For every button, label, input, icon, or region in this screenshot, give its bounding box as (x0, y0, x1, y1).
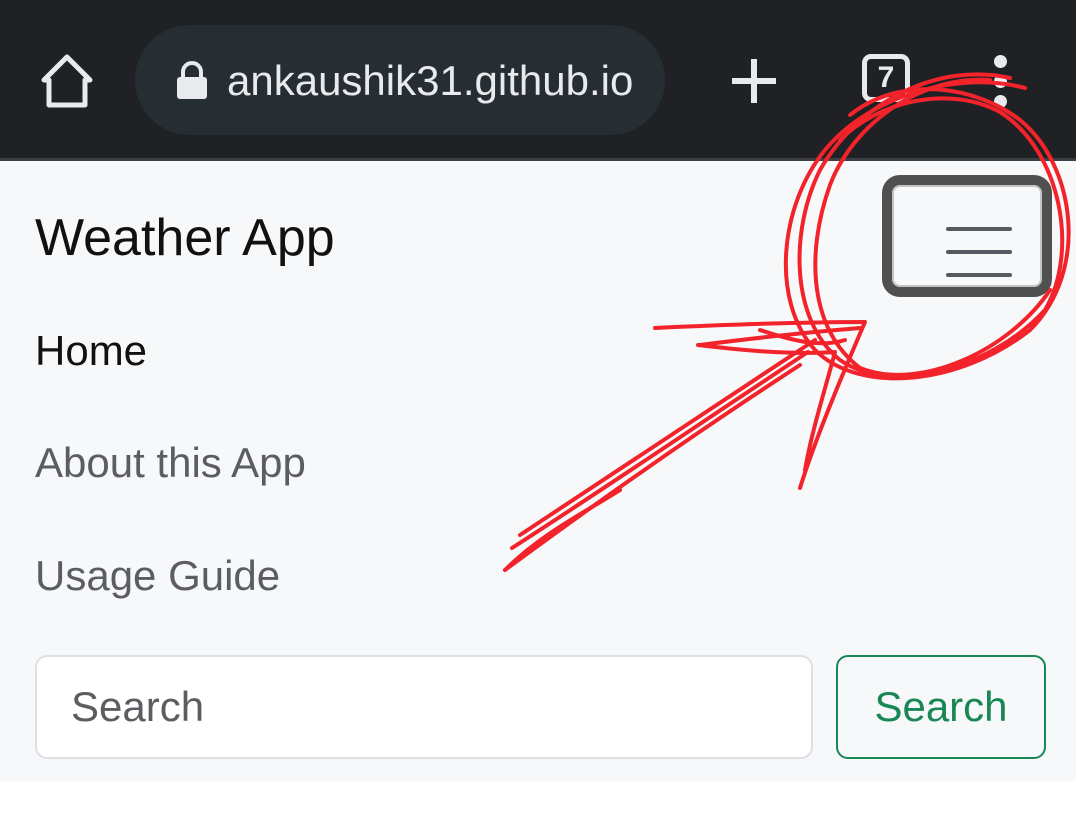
search-input[interactable] (35, 655, 813, 759)
site-navbar: Weather App Home About this App Usage Gu… (0, 161, 1076, 781)
url-text: ankaushik31.github.io (227, 57, 634, 104)
hamburger-menu-icon (892, 185, 1042, 287)
more-vert-icon[interactable] (984, 55, 1018, 108)
lock-icon (175, 60, 209, 100)
nav-link-home[interactable]: Home (35, 325, 147, 377)
nav-link-about[interactable]: About this App (35, 437, 306, 489)
brand-title[interactable]: Weather App (35, 206, 335, 270)
address-bar[interactable]: ankaushik31.github.io (135, 25, 665, 135)
nav-link-usage-guide[interactable]: Usage Guide (35, 550, 280, 602)
home-icon[interactable] (36, 50, 98, 112)
navbar-toggler-button[interactable] (882, 175, 1052, 297)
search-button[interactable]: Search (836, 655, 1046, 759)
tab-count: 7 (877, 61, 895, 94)
plus-icon[interactable] (728, 55, 780, 107)
tab-switcher-icon[interactable]: 7 (862, 54, 910, 102)
browser-toolbar: ankaushik31.github.io 7 (0, 0, 1076, 161)
